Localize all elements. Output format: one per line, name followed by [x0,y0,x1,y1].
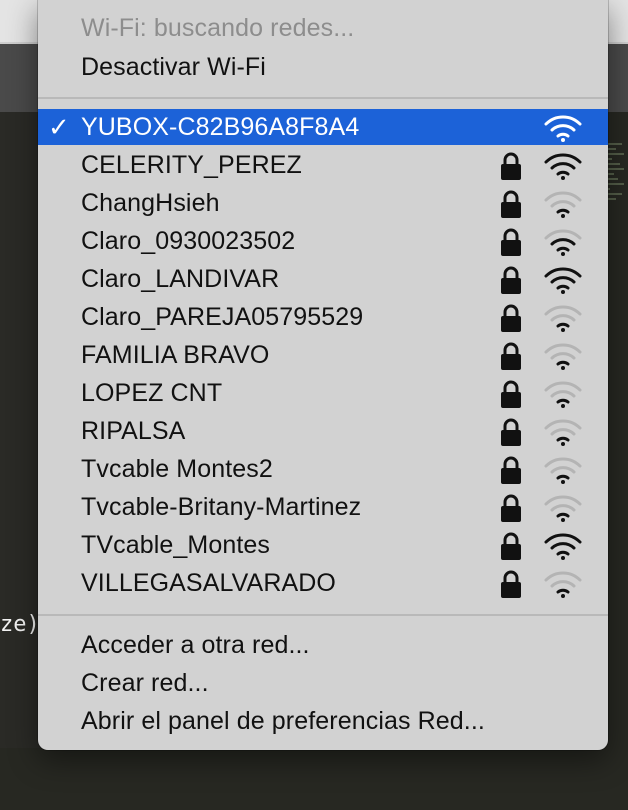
network-name: LOPEZ CNT [81,378,223,407]
menu-separator [38,97,608,99]
network-name: ChangHsieh [81,188,220,217]
create-network-label: Crear red... [81,668,209,697]
network-item[interactable]: Claro_0930023502 [38,223,608,259]
lock-icon [501,152,521,180]
network-name: FAMILIA BRAVO [81,340,270,369]
turn-wifi-off-item[interactable]: Desactivar Wi-Fi [38,49,608,85]
wifi-signal-icon [544,153,582,180]
open-network-preferences-item[interactable]: Abrir el panel de preferencias Red... [38,703,608,739]
wifi-signal-icon [544,419,582,446]
network-name: Tvcable Montes2 [81,454,273,483]
lock-icon [501,228,521,256]
lock-icon [501,342,521,370]
lock-icon [501,304,521,332]
network-name: VILLEGASALVARADO [81,568,336,597]
lock-icon [501,190,521,218]
lock-icon [501,380,521,408]
network-name: CELERITY_PEREZ [81,150,302,179]
network-item[interactable]: Claro_LANDIVAR [38,261,608,297]
menu-separator [38,614,608,616]
checkmark-icon: ✓ [48,112,70,142]
network-name: TVcable_Montes [81,530,270,559]
wifi-signal-icon [544,191,582,218]
network-item[interactable]: VILLEGASALVARADO [38,565,608,601]
network-item[interactable]: LOPEZ CNT [38,375,608,411]
network-item[interactable]: TVcable_Montes [38,527,608,563]
network-name: RIPALSA [81,416,186,445]
wifi-signal-icon [544,267,582,294]
join-other-network-item[interactable]: Acceder a otra red... [38,627,608,663]
wifi-status-item: Wi-Fi: buscando redes... [38,10,608,46]
wifi-menu: Wi-Fi: buscando redes... Desactivar Wi-F… [38,0,608,750]
wifi-signal-icon [544,343,582,370]
network-item[interactable]: Tvcable-Britany-Martinez [38,489,608,525]
create-network-item[interactable]: Crear red... [38,665,608,701]
lock-icon [501,494,521,522]
turn-wifi-off-label: Desactivar Wi-Fi [81,52,266,81]
network-item[interactable]: CELERITY_PEREZ [38,147,608,183]
join-other-network-label: Acceder a otra red... [81,630,310,659]
editor-code-fragment: ze) [0,612,40,637]
lock-icon [501,266,521,294]
wifi-signal-icon [544,533,582,560]
network-item[interactable]: ChangHsieh [38,185,608,221]
network-item-connected[interactable]: ✓ YUBOX-C82B96A8F8A4 [38,109,608,145]
wifi-status-label: Wi-Fi: buscando redes... [81,13,355,42]
wifi-signal-icon [544,495,582,522]
network-item[interactable]: Claro_PAREJA05795529 [38,299,608,335]
open-network-preferences-label: Abrir el panel de preferencias Red... [81,706,485,735]
network-name: Claro_LANDIVAR [81,264,280,293]
wifi-signal-icon [544,229,582,256]
wifi-signal-icon [544,305,582,332]
lock-icon [501,418,521,446]
network-item[interactable]: FAMILIA BRAVO [38,337,608,373]
network-name: Claro_PAREJA05795529 [81,302,364,331]
network-name: Tvcable-Britany-Martinez [81,492,362,521]
network-item[interactable]: Tvcable Montes2 [38,451,608,487]
editor-background-left [0,112,40,810]
wifi-signal-icon [544,115,582,142]
editor-background-bottom [0,748,628,810]
wifi-signal-icon [544,381,582,408]
lock-icon [501,456,521,484]
wifi-signal-icon [544,571,582,598]
network-item[interactable]: RIPALSA [38,413,608,449]
network-name: YUBOX-C82B96A8F8A4 [81,112,360,141]
lock-icon [501,570,521,598]
lock-icon [501,532,521,560]
network-name: Claro_0930023502 [81,226,296,255]
wifi-signal-icon [544,457,582,484]
